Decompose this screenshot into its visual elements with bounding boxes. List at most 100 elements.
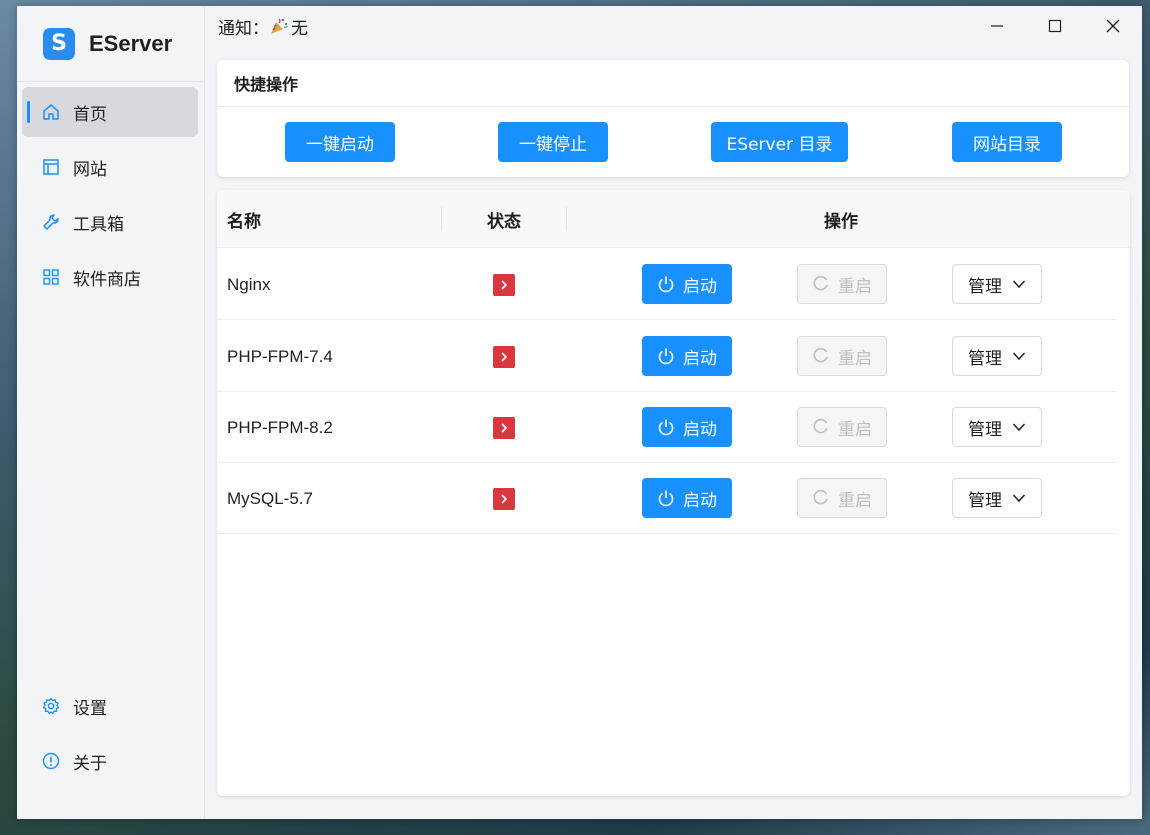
sidebar-item-label: 网站	[73, 159, 107, 180]
notice-label: 通知：	[218, 18, 269, 39]
chevron-down-icon	[1012, 423, 1026, 432]
logo-icon: S	[43, 27, 75, 60]
quick-actions-buttons: 一键启动 一键停止 EServer 目录 网站目录	[217, 107, 1129, 177]
manage-dropdown[interactable]: 管理	[952, 264, 1042, 304]
sidebar: S EServer 首页 网站 工具箱 软件商店 设置 关于	[17, 6, 205, 819]
header-divider	[566, 207, 567, 231]
start-label: 启动	[683, 276, 717, 297]
app-name: EServer	[89, 30, 173, 56]
sidebar-item-home[interactable]: 首页	[22, 87, 198, 137]
sidebar-item-label: 设置	[73, 698, 107, 719]
quick-actions-title: 快捷操作	[217, 60, 1129, 107]
status-stopped-icon	[493, 274, 515, 296]
restart-label: 重启	[838, 348, 872, 369]
brand: S EServer	[17, 6, 204, 82]
power-icon	[658, 419, 674, 436]
start-label: 启动	[683, 490, 717, 511]
sidebar-item-label: 首页	[73, 104, 107, 125]
chevron-down-icon	[1012, 352, 1026, 361]
app-window: S EServer 首页 网站 工具箱 软件商店 设置 关于 通知： 无 快捷操…	[17, 6, 1142, 819]
manage-dropdown[interactable]: 管理	[952, 336, 1042, 376]
sidebar-item-settings[interactable]: 设置	[22, 681, 198, 731]
main-content: 通知： 无 快捷操作 一键启动 一键停止 EServer 目录 网站目录 名称 …	[205, 6, 1142, 819]
restart-button: 重启	[797, 264, 887, 304]
service-name: Nginx	[227, 274, 271, 294]
header-status: 状态	[487, 211, 521, 232]
grid-icon	[42, 268, 60, 286]
power-icon	[658, 348, 674, 365]
start-label: 启动	[683, 419, 717, 440]
wrench-icon	[42, 213, 60, 231]
table-row: Nginx 启动 重启 管理	[217, 249, 1117, 320]
sidebar-item-website[interactable]: 网站	[22, 142, 198, 192]
chevron-down-icon	[1012, 280, 1026, 289]
services-table: 名称 状态 操作 Nginx 启动 重启 管理 PHP-FPM-7.4 启动 重…	[217, 190, 1130, 796]
eserver-dir-button[interactable]: EServer 目录	[711, 122, 848, 162]
notice: 通知： 无	[218, 14, 308, 39]
gear-icon	[42, 697, 60, 715]
status-stopped-icon	[493, 488, 515, 510]
close-button[interactable]	[1084, 6, 1142, 46]
titlebar: 通知： 无	[205, 6, 1142, 46]
restart-button: 重启	[797, 407, 887, 447]
notice-value: 无	[291, 18, 308, 39]
restart-label: 重启	[838, 490, 872, 511]
start-button[interactable]: 启动	[642, 336, 732, 376]
manage-label: 管理	[968, 490, 1002, 511]
manage-label: 管理	[968, 276, 1002, 297]
reload-icon	[813, 275, 828, 291]
manage-dropdown[interactable]: 管理	[952, 407, 1042, 447]
table-header: 名称 状态 操作	[217, 190, 1130, 248]
chevron-down-icon	[1012, 494, 1026, 503]
table-row: PHP-FPM-8.2 启动 重启 管理	[217, 392, 1117, 463]
start-button[interactable]: 启动	[642, 478, 732, 518]
minimize-icon	[991, 25, 1003, 27]
party-popper-icon	[269, 16, 289, 36]
status-stopped-icon	[493, 417, 515, 439]
reload-icon	[813, 489, 828, 505]
restart-button: 重启	[797, 336, 887, 376]
minimize-button[interactable]	[968, 6, 1026, 46]
power-icon	[658, 490, 674, 507]
header-divider	[441, 207, 442, 231]
sidebar-item-label: 软件商店	[73, 269, 141, 290]
layout-icon	[42, 158, 60, 176]
restart-label: 重启	[838, 419, 872, 440]
status-stopped-icon	[493, 346, 515, 368]
stop-all-button[interactable]: 一键停止	[498, 122, 608, 162]
start-button[interactable]: 启动	[642, 264, 732, 304]
close-icon	[1106, 19, 1120, 33]
sidebar-item-about[interactable]: 关于	[22, 736, 198, 786]
service-name: PHP-FPM-8.2	[227, 417, 333, 437]
sidebar-nav: 首页 网站 工具箱 软件商店	[17, 82, 204, 307]
table-row: PHP-FPM-7.4 启动 重启 管理	[217, 321, 1117, 392]
info-icon	[42, 752, 60, 770]
maximize-icon	[1048, 19, 1062, 33]
power-icon	[658, 276, 674, 293]
manage-label: 管理	[968, 348, 1002, 369]
sidebar-item-label: 工具箱	[73, 214, 124, 235]
table-row: MySQL-5.7 启动 重启 管理	[217, 463, 1117, 534]
manage-dropdown[interactable]: 管理	[952, 478, 1042, 518]
reload-icon	[813, 418, 828, 434]
home-icon	[42, 103, 60, 121]
restart-label: 重启	[838, 276, 872, 297]
sidebar-bottom: 设置 关于	[22, 681, 198, 791]
window-controls	[968, 6, 1142, 46]
service-name: PHP-FPM-7.4	[227, 346, 333, 366]
maximize-button[interactable]	[1026, 6, 1084, 46]
start-all-button[interactable]: 一键启动	[285, 122, 395, 162]
quick-actions-card: 快捷操作 一键启动 一键停止 EServer 目录 网站目录	[217, 60, 1129, 177]
sidebar-item-toolbox[interactable]: 工具箱	[22, 197, 198, 247]
manage-label: 管理	[968, 419, 1002, 440]
website-dir-button[interactable]: 网站目录	[952, 122, 1062, 162]
start-button[interactable]: 启动	[642, 407, 732, 447]
restart-button: 重启	[797, 478, 887, 518]
sidebar-item-label: 关于	[73, 753, 107, 774]
service-name: MySQL-5.7	[227, 488, 313, 508]
header-actions: 操作	[824, 211, 858, 232]
start-label: 启动	[683, 348, 717, 369]
reload-icon	[813, 347, 828, 363]
sidebar-item-store[interactable]: 软件商店	[22, 252, 198, 302]
header-name: 名称	[227, 211, 261, 232]
